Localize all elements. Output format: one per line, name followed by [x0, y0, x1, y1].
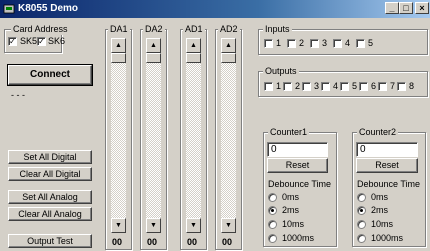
scroll-thumb[interactable]: [146, 53, 161, 63]
counter2-value-field[interactable]: 0: [356, 142, 418, 157]
ad2-scrollbar[interactable]: ▲ ▼: [221, 38, 236, 233]
sk6-checkbox[interactable]: ✓: [37, 37, 46, 46]
connect-button[interactable]: Connect: [7, 64, 93, 86]
counter1-1000ms-radio[interactable]: [268, 234, 277, 243]
da2-scrollbar[interactable]: ▲ ▼: [146, 38, 161, 233]
ad2-label: AD2: [218, 24, 240, 35]
output-7-label: 7: [390, 81, 396, 91]
close-button[interactable]: ×: [415, 2, 429, 14]
counter2-2ms-radio[interactable]: [357, 206, 366, 215]
output-3-checkbox[interactable]: [302, 82, 311, 91]
title-bar: K8055 Demo _ □ ×: [0, 0, 430, 18]
clear-all-analog-button[interactable]: Clear All Analog: [8, 207, 92, 221]
ad2-value: 00: [222, 237, 233, 247]
output-test-button[interactable]: Output Test: [8, 234, 92, 248]
output-8-label: 8: [409, 81, 415, 91]
sk5-label: SK5: [20, 36, 38, 46]
counter2-0ms-label: 0ms: [371, 192, 389, 202]
counter1-0ms-label: 0ms: [282, 192, 300, 202]
output-1-label: 1: [276, 81, 282, 91]
counter2-1000ms-radio[interactable]: [357, 234, 366, 243]
counter2-0ms-radio[interactable]: [357, 193, 366, 202]
input-3-checkbox: [310, 39, 319, 48]
input-2-label: 2: [299, 38, 305, 48]
output-2-checkbox[interactable]: [283, 82, 292, 91]
counter1-0ms-radio[interactable]: [268, 193, 277, 202]
output-2-label: 2: [295, 81, 301, 91]
da2-label: DA2: [143, 24, 165, 35]
set-all-digital-button[interactable]: Set All Digital: [8, 150, 92, 164]
counter1-value-field[interactable]: 0: [267, 142, 328, 157]
counter2-2ms-label: 2ms: [371, 205, 389, 215]
inputs-label: Inputs: [263, 24, 292, 35]
inputs-group: Inputs: [258, 24, 428, 55]
outputs-label: Outputs: [263, 66, 299, 77]
scroll-up-arrow-icon[interactable]: ▲: [146, 38, 161, 53]
output-7-checkbox[interactable]: [378, 82, 387, 91]
scroll-thumb[interactable]: [186, 53, 201, 63]
output-6-checkbox[interactable]: [359, 82, 368, 91]
counter1-10ms-label: 10ms: [282, 219, 305, 229]
scroll-up-arrow-icon[interactable]: ▲: [111, 38, 126, 53]
counter1-2ms-label: 2ms: [282, 205, 300, 215]
output-1-checkbox[interactable]: [264, 82, 273, 91]
app-icon: [3, 4, 15, 14]
output-6-label: 6: [371, 81, 377, 91]
output-4-label: 4: [333, 81, 339, 91]
input-1-checkbox: [264, 39, 273, 48]
window-title: K8055 Demo: [18, 3, 79, 14]
counter1-10ms-radio[interactable]: [268, 220, 277, 229]
input-5-checkbox: [356, 39, 365, 48]
da1-label: DA1: [108, 24, 130, 35]
set-all-analog-button[interactable]: Set All Analog: [8, 190, 92, 204]
scroll-down-arrow-icon[interactable]: ▼: [111, 218, 126, 233]
counter1-reset-button[interactable]: Reset: [267, 158, 328, 173]
output-4-checkbox[interactable]: [321, 82, 330, 91]
scroll-thumb[interactable]: [221, 53, 236, 63]
ad1-label: AD1: [183, 24, 205, 35]
scroll-up-arrow-icon[interactable]: ▲: [186, 38, 201, 53]
ad1-value: 00: [187, 237, 198, 247]
output-5-label: 5: [352, 81, 358, 91]
card-address-label: Card Address: [11, 24, 70, 35]
maximize-button[interactable]: □: [399, 2, 413, 14]
counter1-2ms-radio[interactable]: [268, 206, 277, 215]
counter2-reset-button[interactable]: Reset: [356, 158, 418, 173]
input-3-label: 3: [322, 38, 328, 48]
input-2-checkbox: [287, 39, 296, 48]
output-5-checkbox[interactable]: [340, 82, 349, 91]
input-5-label: 5: [368, 38, 374, 48]
counter2-debounce-label: Debounce Time: [357, 179, 421, 189]
output-3-label: 3: [314, 81, 320, 91]
counter1-label: Counter1: [268, 127, 310, 138]
sk5-checkbox[interactable]: ✓: [8, 37, 17, 46]
minimize-button[interactable]: _: [385, 2, 399, 14]
counter2-10ms-radio[interactable]: [357, 220, 366, 229]
counter2-1000ms-label: 1000ms: [371, 233, 404, 243]
scroll-down-arrow-icon[interactable]: ▼: [146, 218, 161, 233]
counter1-debounce-label: Debounce Time: [268, 179, 332, 189]
da1-scrollbar[interactable]: ▲ ▼: [111, 38, 126, 233]
connection-status: - - -: [11, 90, 25, 100]
scroll-down-arrow-icon[interactable]: ▼: [221, 218, 236, 233]
counter2-label: Counter2: [357, 127, 399, 138]
clear-all-digital-button[interactable]: Clear All Digital: [8, 167, 92, 181]
da2-value: 00: [147, 237, 158, 247]
counter2-10ms-label: 10ms: [371, 219, 394, 229]
scroll-down-arrow-icon[interactable]: ▼: [186, 218, 201, 233]
ad1-scrollbar[interactable]: ▲ ▼: [186, 38, 201, 233]
scroll-up-arrow-icon[interactable]: ▲: [221, 38, 236, 53]
counter1-1000ms-label: 1000ms: [282, 233, 315, 243]
input-4-checkbox: [333, 39, 342, 48]
input-4-label: 4: [345, 38, 351, 48]
da1-value: 00: [112, 237, 123, 247]
scroll-thumb[interactable]: [111, 53, 126, 63]
input-1-label: 1: [276, 38, 282, 48]
sk6-label: SK6: [48, 36, 66, 46]
output-8-checkbox[interactable]: [397, 82, 406, 91]
